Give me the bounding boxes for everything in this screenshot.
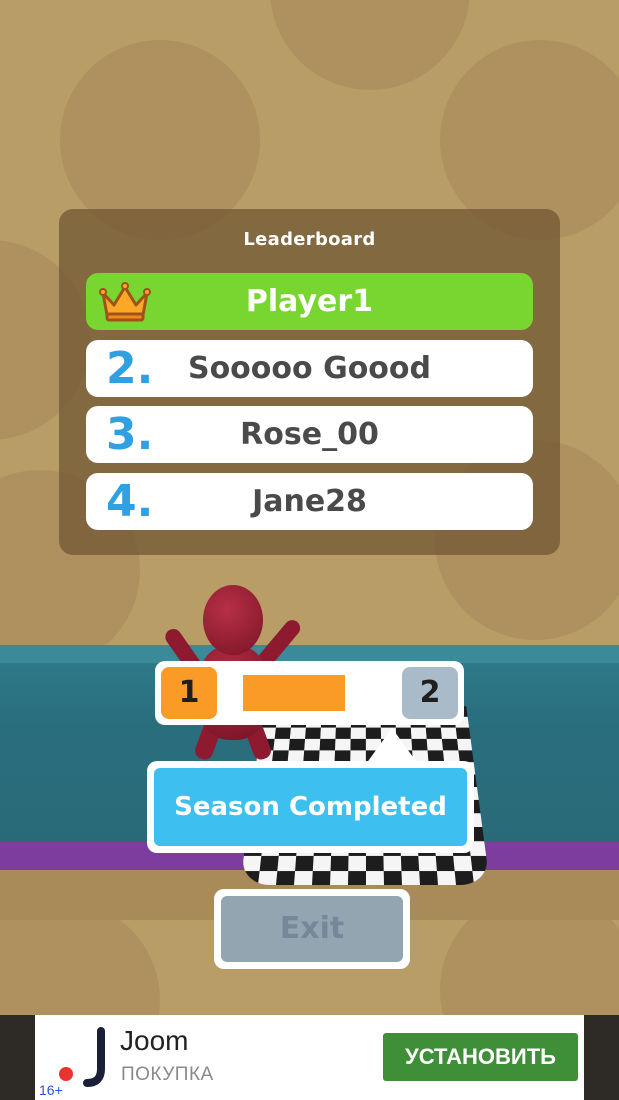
leaderboard-row-4: 4. Jane28	[86, 473, 533, 530]
ad-subtitle: ПОКУПКА	[121, 1064, 214, 1085]
install-button[interactable]: УСТАНОВИТЬ	[383, 1033, 578, 1081]
season-banner-pointer	[366, 728, 418, 764]
age-rating: 16+	[39, 1082, 63, 1098]
leaderboard-name: Rose_00	[240, 417, 379, 452]
next-level-badge: 2	[402, 667, 458, 719]
leaderboard-name: Sooooo Goood	[187, 351, 432, 386]
season-completed-label: Season Completed	[154, 768, 467, 846]
current-level-badge: 1	[161, 667, 217, 719]
exit-button[interactable]: Exit	[214, 889, 410, 969]
leaderboard-row-2: 2. Sooooo Goood	[86, 340, 533, 397]
leaderboard-name: Player1	[245, 284, 374, 319]
ad-banner[interactable]: 16+ Joom ПОКУПКА УСТАНОВИТЬ	[35, 1015, 584, 1100]
level-progress: 1 2	[155, 661, 464, 725]
progress-track	[223, 675, 396, 711]
character-head	[203, 585, 263, 655]
progress-fill	[243, 675, 345, 711]
floor-spot	[270, 0, 470, 90]
season-completed-banner: Season Completed	[147, 761, 474, 853]
leaderboard-row-1: Player1	[86, 273, 533, 330]
leaderboard-panel: Leaderboard Player1 2. Sooooo Goood 3. R…	[59, 209, 560, 555]
red-dot-icon	[59, 1067, 73, 1081]
leaderboard-row-3: 3. Rose_00	[86, 406, 533, 463]
leaderboard-name: Jane28	[252, 484, 367, 519]
joom-logo-icon	[83, 1027, 105, 1087]
ad-title: Joom	[120, 1025, 189, 1056]
exit-button-label[interactable]: Exit	[221, 896, 403, 962]
leaderboard-title: Leaderboard	[243, 229, 376, 250]
